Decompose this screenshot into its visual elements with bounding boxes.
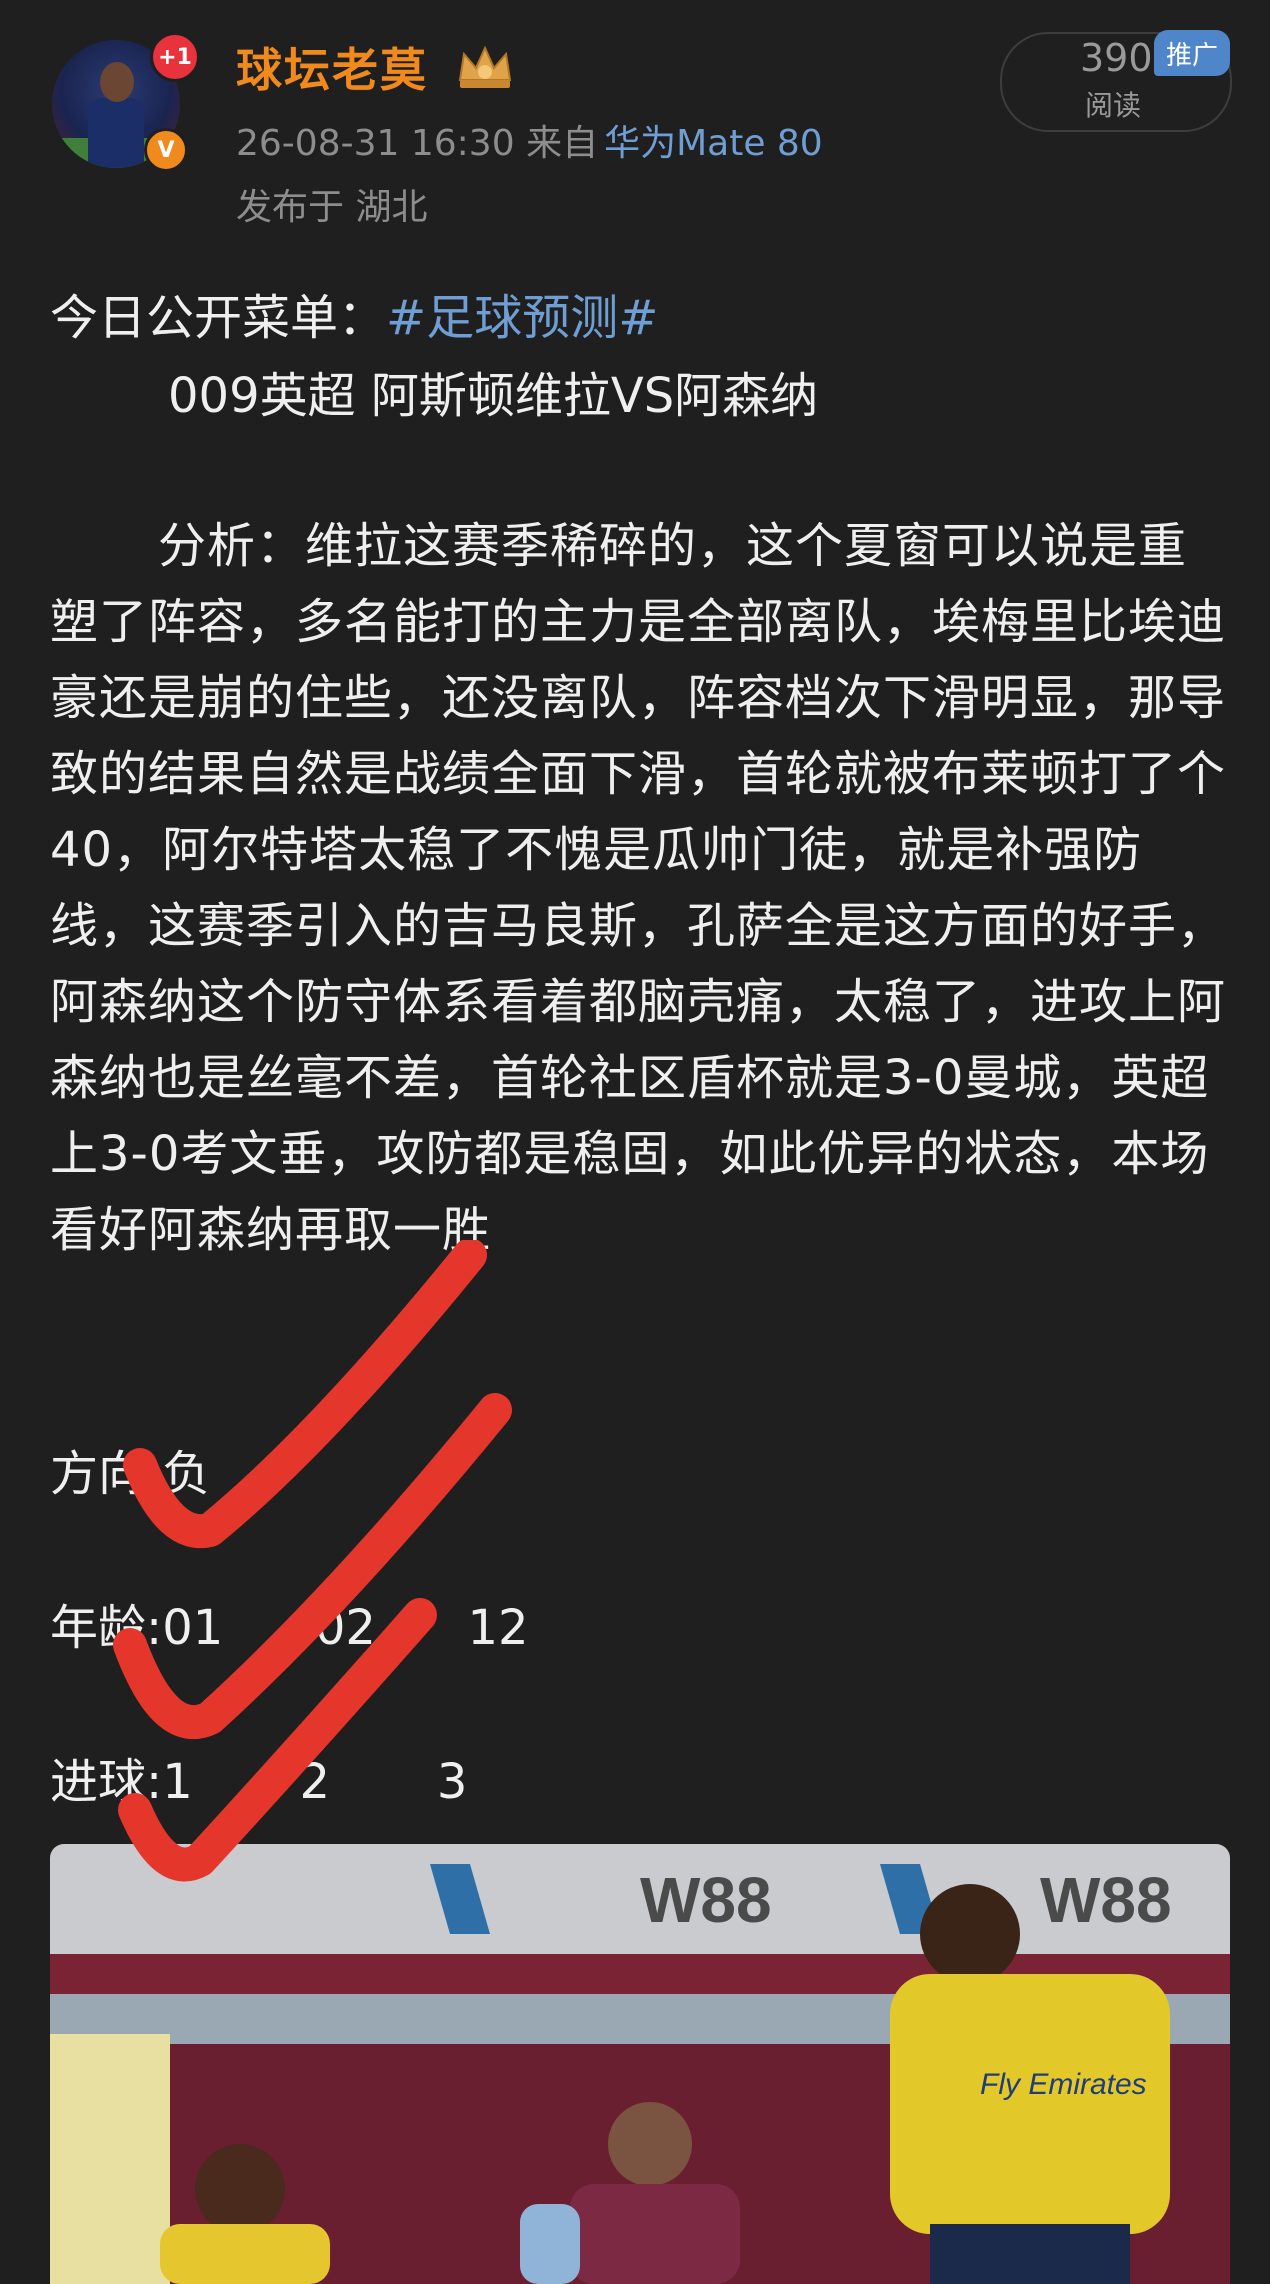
- goals-value-1: 1: [162, 1754, 193, 1810]
- shirt-sponsor: Fly Emirates: [980, 2068, 1147, 2101]
- goals-value-2: 2: [299, 1754, 331, 1810]
- read-label: 阅读: [1085, 89, 1142, 122]
- source-prefix: 来自: [526, 123, 599, 164]
- hashtag-link[interactable]: #足球预测#: [386, 290, 658, 346]
- age-value-2: 02: [314, 1600, 376, 1656]
- goals-value-3: 3: [436, 1754, 468, 1810]
- match-photo-graphic: W88 W88 Fly Emirates: [50, 1844, 1230, 2284]
- verified-icon: V: [144, 128, 188, 172]
- follow-plus-badge[interactable]: +1: [150, 32, 200, 82]
- goals-label: 进球:: [50, 1754, 163, 1810]
- post-meta: 26-08-31 16:30 来自 华为Mate 80: [236, 114, 823, 166]
- match-line: 009英超 阿斯顿维拉VS阿森纳: [168, 368, 819, 424]
- read-count: 390: [1080, 36, 1153, 80]
- menu-label: 今日公开菜单：: [50, 290, 387, 346]
- avatar-head: [100, 62, 134, 102]
- age-value-1: 01: [162, 1600, 224, 1656]
- username[interactable]: 球坛老莫: [236, 34, 428, 100]
- analysis-paragraph: 分析：维拉这赛季稀碎的，这个夏窗可以说是重塑了阵容，多名能打的主力是全部离队，埃…: [50, 518, 1227, 1258]
- age-label: 年龄:: [50, 1600, 163, 1656]
- match-photo[interactable]: W88 W88 Fly Emirates: [50, 1844, 1230, 2284]
- banner-text-1: W88: [640, 1864, 772, 1936]
- banner-text-2: W88: [1040, 1864, 1172, 1936]
- menu-line: 今日公开菜单：#足球预测#: [50, 278, 658, 348]
- age-line: 年龄:01 02 12: [50, 1588, 529, 1658]
- post-timestamp: 26-08-31 16:30: [236, 123, 515, 164]
- ad-badge: 推广: [1154, 30, 1230, 76]
- direction-line: 方向:负: [50, 1446, 211, 1502]
- age-value-3: 12: [467, 1600, 529, 1656]
- crown-icon: [458, 45, 512, 88]
- avatar-jersey: [88, 98, 144, 168]
- device-link[interactable]: 华为Mate 80: [604, 123, 823, 164]
- goals-line: 进球:1 2 3: [50, 1742, 467, 1812]
- weibo-post: +1 V 球坛老莫 26-08-31 16:30 来自 华为Mate 80 发布于…: [0, 0, 1270, 2284]
- post-location: 发布于 湖北: [236, 187, 428, 228]
